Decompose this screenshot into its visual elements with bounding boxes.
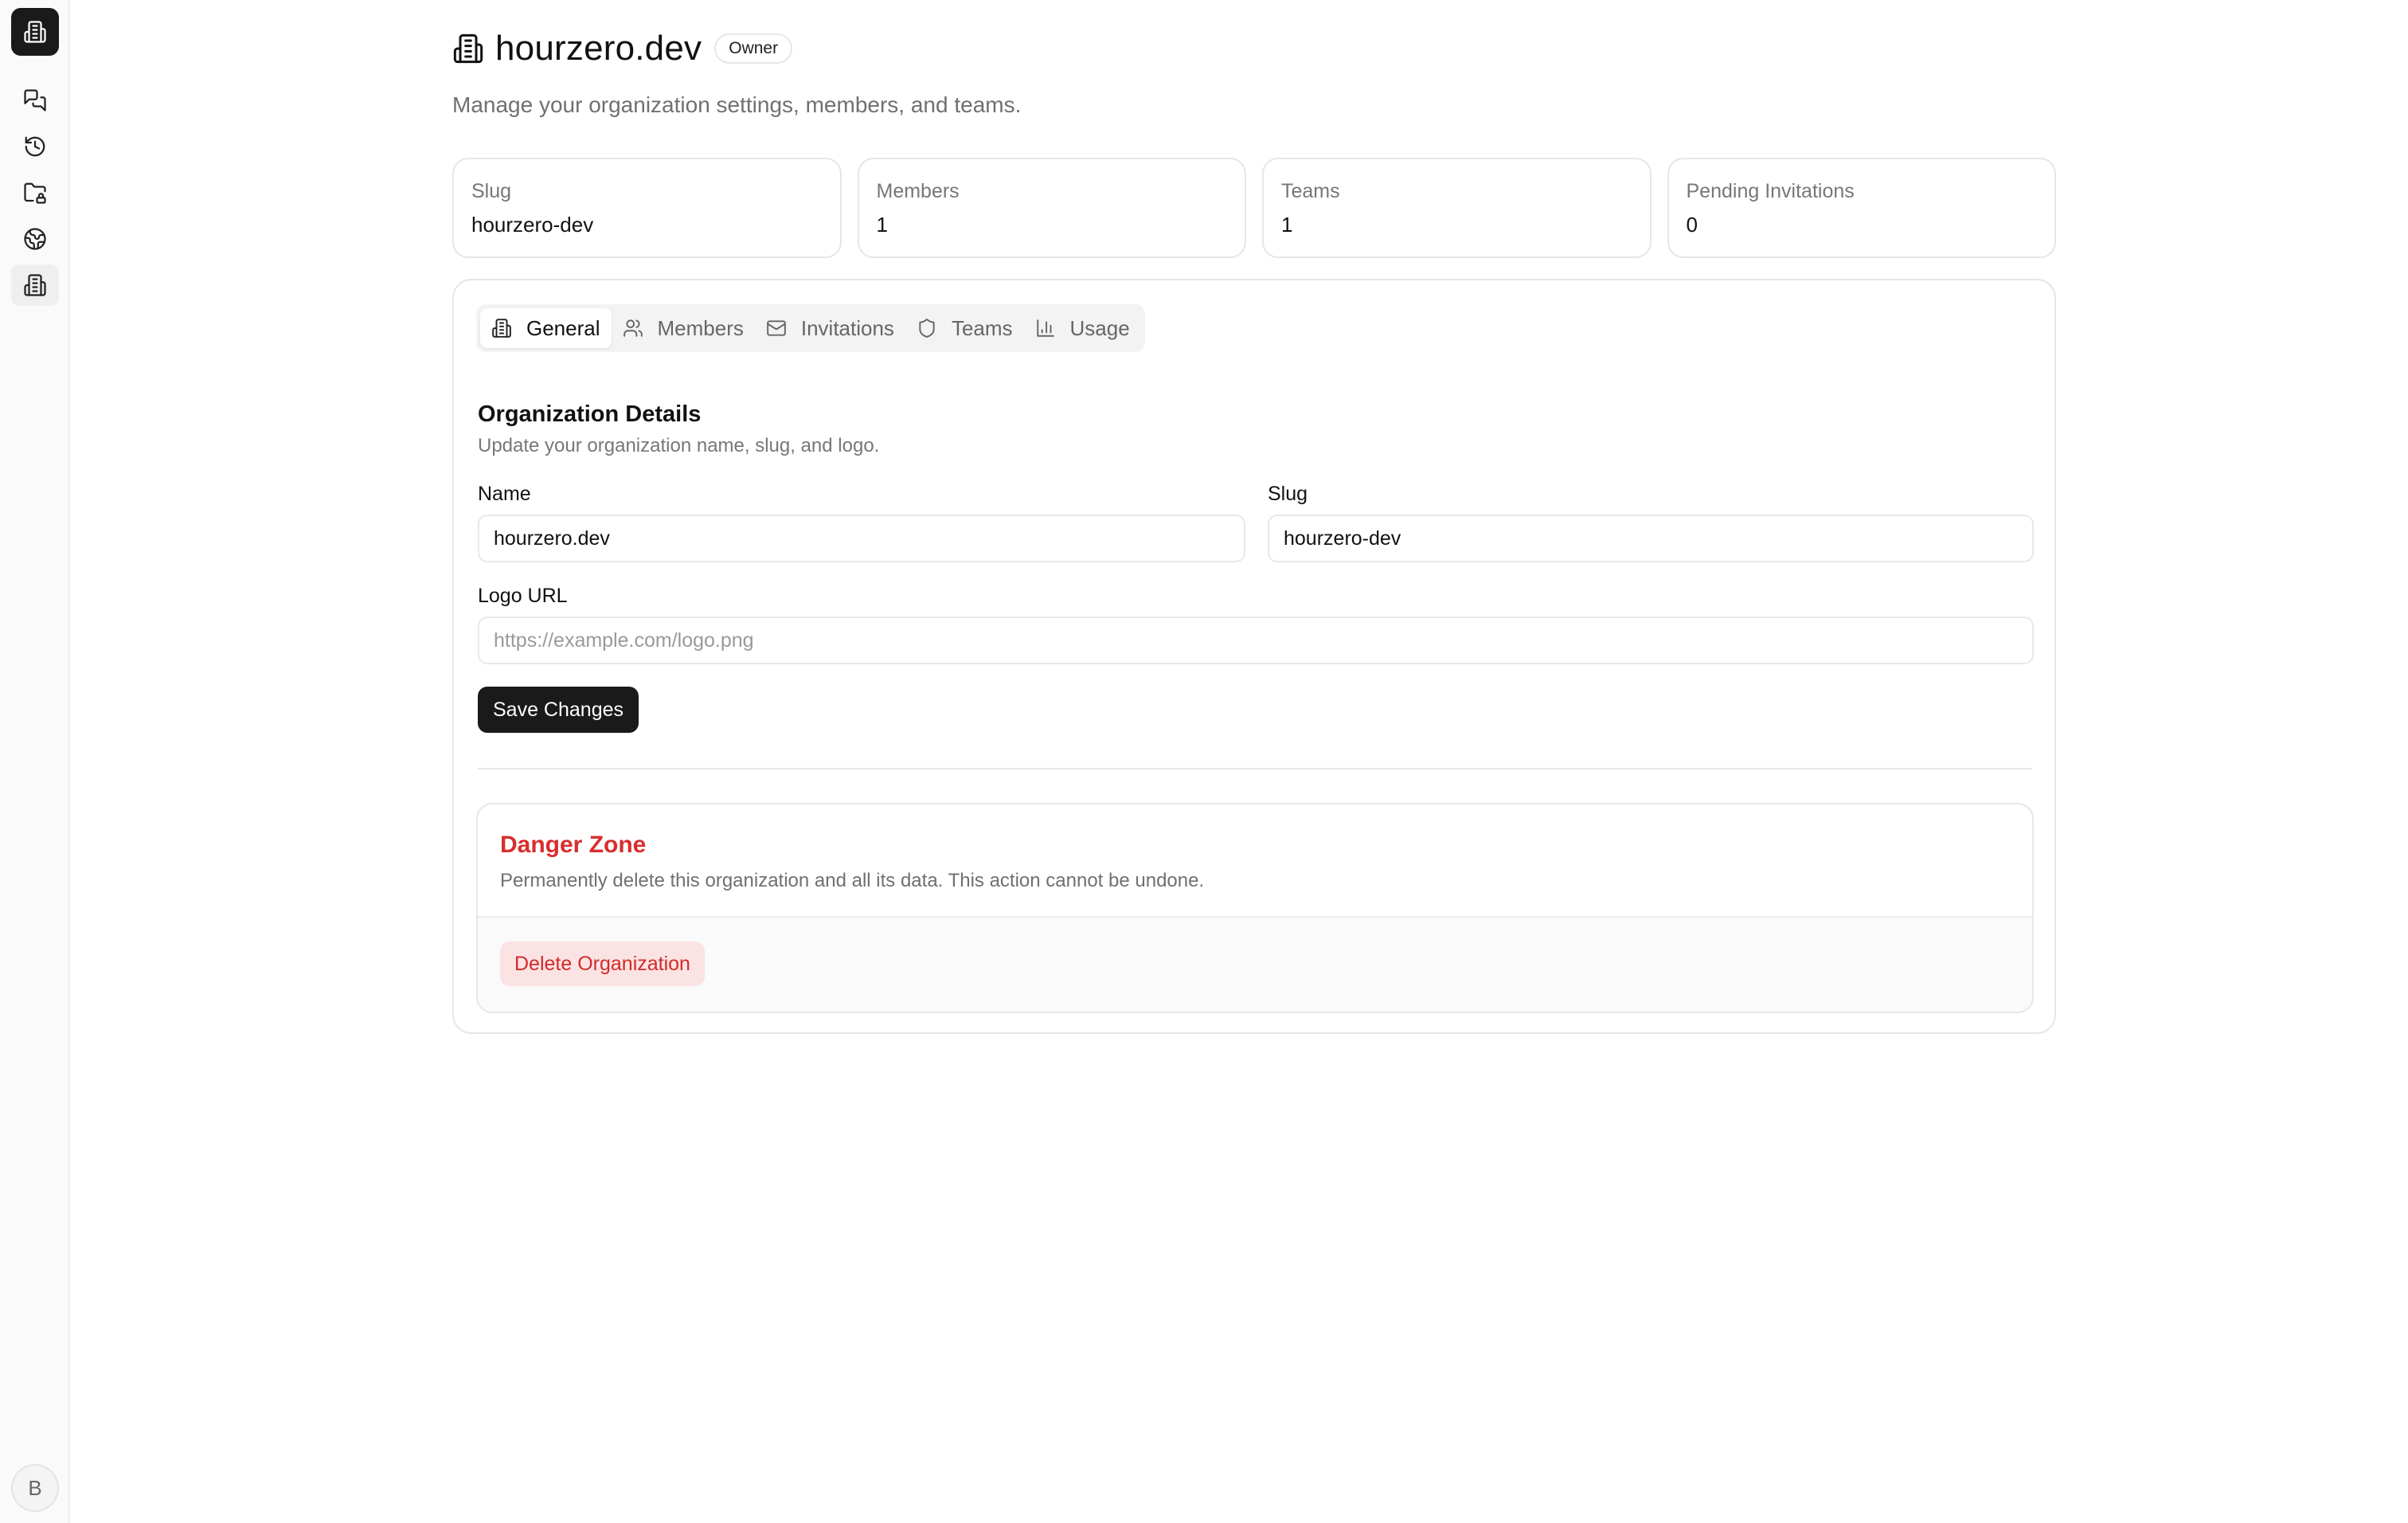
- tab-label: Members: [657, 315, 744, 340]
- name-input[interactable]: [478, 515, 1245, 562]
- page-title: hourzero.dev: [495, 29, 702, 68]
- sidebar-item-files[interactable]: [11, 172, 59, 213]
- settings-panel: General Members Invitations Teams Usage: [452, 279, 2056, 1034]
- page-subtitle: Manage your organization settings, membe…: [452, 92, 1022, 117]
- tab-teams[interactable]: Teams: [905, 308, 1024, 348]
- save-changes-button[interactable]: Save Changes: [478, 687, 639, 733]
- danger-zone-description: Permanently delete this organization and…: [500, 870, 1205, 891]
- stat-label: Pending Invitations: [1686, 180, 1855, 202]
- sidebar-item-chats[interactable]: [11, 80, 59, 121]
- slug-label: Slug: [1268, 483, 1308, 505]
- section-title: Organization Details: [478, 401, 702, 427]
- stat-label: Members: [876, 180, 960, 202]
- stats-row: Slug hourzero-dev Members 1 Teams 1 Pend…: [452, 158, 2056, 258]
- users-icon: [623, 319, 643, 337]
- stat-card-slug: Slug hourzero-dev: [452, 158, 842, 258]
- tab-label: Teams: [951, 315, 1013, 340]
- building-icon: [24, 274, 46, 296]
- stat-label: Teams: [1281, 180, 1340, 202]
- page-header: hourzero.dev Owner: [452, 29, 793, 69]
- name-label: Name: [478, 483, 531, 505]
- user-avatar[interactable]: B: [11, 1464, 59, 1512]
- stat-card-teams: Teams 1: [1262, 158, 1652, 258]
- tab-label: General: [526, 315, 600, 340]
- divider: [478, 768, 2032, 769]
- chat-icon: [24, 89, 46, 112]
- logo-url-label: Logo URL: [478, 585, 568, 607]
- building-icon: [492, 319, 511, 338]
- shield-icon: [919, 319, 935, 338]
- stat-value: hourzero-dev: [471, 213, 594, 237]
- sidebar: B: [0, 0, 70, 1523]
- slug-input[interactable]: [1268, 515, 2034, 562]
- logo-url-input[interactable]: [478, 617, 2034, 664]
- bar-chart-icon: [1036, 319, 1054, 337]
- stat-value: 1: [1281, 213, 1293, 237]
- danger-zone-footer: Delete Organization: [478, 916, 2032, 1012]
- history-icon: [25, 136, 45, 157]
- folder-lock-icon: [24, 182, 46, 204]
- tab-invitations[interactable]: Invitations: [755, 308, 905, 348]
- tab-label: Invitations: [800, 315, 894, 340]
- tab-general[interactable]: General: [480, 308, 612, 348]
- sidebar-item-history[interactable]: [11, 126, 59, 167]
- danger-zone-title: Danger Zone: [500, 832, 647, 858]
- tab-label: Usage: [1069, 315, 1130, 340]
- mail-icon: [767, 320, 786, 336]
- building-icon: [24, 21, 46, 43]
- building-icon: [453, 33, 483, 64]
- tab-usage[interactable]: Usage: [1024, 308, 1141, 348]
- stat-label: Slug: [471, 180, 512, 202]
- stat-card-members: Members 1: [857, 158, 1246, 258]
- role-badge: Owner: [714, 33, 793, 64]
- app-logo-button[interactable]: [11, 8, 59, 56]
- sidebar-item-explore[interactable]: [11, 218, 59, 260]
- stat-value: 1: [876, 213, 888, 237]
- danger-zone-card: Danger Zone Permanently delete this orga…: [476, 803, 2034, 1013]
- stat-value: 0: [1686, 213, 1698, 237]
- delete-organization-button[interactable]: Delete Organization: [500, 942, 705, 986]
- globe-icon: [24, 228, 46, 250]
- settings-tabs: General Members Invitations Teams Usage: [476, 304, 1145, 352]
- section-description: Update your organization name, slug, and…: [478, 435, 880, 456]
- stat-card-pending-invitations: Pending Invitations 0: [1667, 158, 2056, 258]
- sidebar-item-organization[interactable]: [11, 264, 59, 306]
- tab-members[interactable]: Members: [612, 308, 755, 348]
